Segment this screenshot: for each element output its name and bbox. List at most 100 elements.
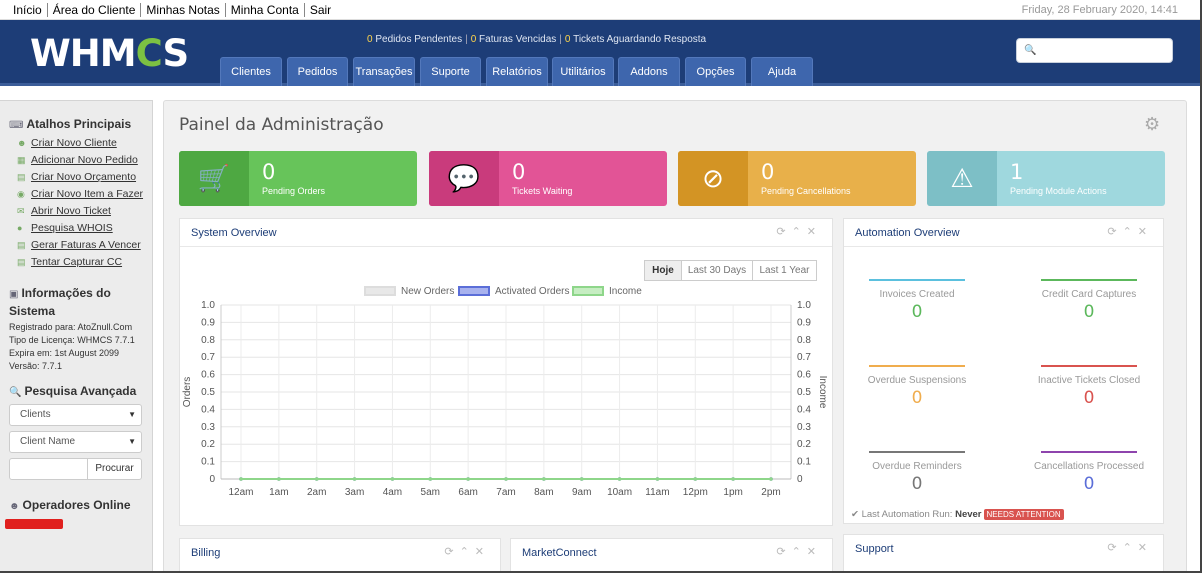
todo-icon: ◉ — [17, 189, 25, 199]
quote-icon: ▤ — [17, 172, 26, 182]
shortcut-new-client[interactable]: ☻ Criar Novo Cliente — [17, 137, 117, 149]
y-tick-label: 0.8 — [201, 335, 215, 346]
y-tick-label: 0.2 — [201, 439, 215, 450]
nav-utilitarios[interactable]: Utilitários — [552, 57, 614, 86]
panel-title: Automation Overview — [855, 227, 960, 239]
data-point — [466, 477, 470, 481]
close-icon[interactable]: ✕ — [807, 226, 822, 238]
whmcs-logo[interactable]: WHMCS — [30, 32, 189, 75]
link-minhas-notas[interactable]: Minhas Notas — [141, 3, 226, 17]
range-last-30-days[interactable]: Last 30 Days — [681, 260, 753, 281]
y2-tick-label: 0.8 — [797, 335, 811, 346]
data-point — [390, 477, 395, 481]
range-last-1-year[interactable]: Last 1 Year — [752, 260, 817, 281]
collapse-icon[interactable]: ⌃ — [1123, 542, 1138, 554]
refresh-icon[interactable]: ⟳ — [776, 226, 791, 238]
nav-transacoes[interactable]: Transações — [353, 57, 415, 86]
chevron-down-icon: ▼ — [128, 410, 136, 419]
tile-tickets-waiting[interactable]: 💬 0 Tickets Waiting — [429, 151, 667, 206]
link-area-cliente[interactable]: Área do Cliente — [47, 3, 142, 17]
shortcut-new-quote[interactable]: ▤ Criar Novo Orçamento — [17, 171, 136, 183]
refresh-icon[interactable]: ⟳ — [776, 546, 791, 558]
nav-relatorios[interactable]: Relatórios — [486, 57, 548, 86]
shortcut-new-order[interactable]: ▦ Adicionar Novo Pedido — [17, 154, 138, 166]
tile-pending-module-actions[interactable]: ⚠ 1 Pending Module Actions — [927, 151, 1165, 206]
link-sair[interactable]: Sair — [305, 3, 336, 17]
nav-clientes[interactable]: Clientes — [220, 57, 282, 86]
x-tick-label: 7am — [496, 487, 515, 498]
refresh-icon[interactable]: ⟳ — [444, 546, 459, 558]
global-search[interactable]: 🔍 — [1016, 38, 1173, 63]
data-point — [731, 477, 735, 481]
tile-value: 0 — [512, 160, 526, 184]
shortcut-capture-cc[interactable]: ▤ Tentar Capturar CC — [17, 256, 122, 268]
nav-pedidos[interactable]: Pedidos — [287, 57, 348, 86]
system-info-heading: ▣ Informações do Sistema — [9, 286, 111, 318]
nav-opcoes[interactable]: Opções — [685, 57, 746, 86]
y-axis-title: Orders — [182, 377, 193, 408]
link-minha-conta[interactable]: Minha Conta — [225, 3, 305, 17]
y2-axis-title: Income — [817, 376, 828, 409]
advanced-search-input[interactable] — [9, 458, 88, 480]
search-type-select[interactable]: Clients ▼ — [9, 404, 142, 426]
nav-addons[interactable]: Addons — [618, 57, 680, 86]
billing-panel: Billing ⟳⌃✕ — [179, 538, 501, 571]
x-tick-label: 3am — [345, 487, 364, 498]
redacted-operator — [5, 519, 63, 529]
x-tick-label: 10am — [607, 487, 632, 498]
search-icon: 🔍 — [1024, 45, 1037, 56]
stat-overdue-invoices[interactable]: 0 Faturas Vencidas — [471, 34, 557, 45]
shortcut-generate-invoices[interactable]: ▤ Gerar Faturas A Vencer — [17, 239, 141, 251]
marketconnect-panel: MarketConnect ⟳⌃✕ — [510, 538, 833, 571]
header-stats: 0 Pedidos Pendentes | 0 Faturas Vencidas | 0… — [367, 34, 707, 45]
data-point — [277, 477, 281, 481]
invoice-icon: ▤ — [17, 240, 26, 250]
range-today[interactable]: Hoje — [644, 260, 682, 281]
shortcut-new-ticket[interactable]: ✉ Abrir Novo Ticket — [17, 205, 111, 217]
keyboard-icon: ⌨ — [9, 120, 24, 131]
x-tick-label: 11am — [645, 487, 669, 498]
nav-suporte[interactable]: Suporte — [420, 57, 481, 86]
license-type: Tipo de Licença: WHMCS 7.7.1 — [9, 335, 135, 345]
search-button[interactable]: Procurar — [87, 458, 142, 480]
panel-title: Billing — [191, 547, 221, 559]
collapse-icon[interactable]: ⌃ — [792, 546, 807, 558]
stat-tickets-awaiting[interactable]: 0 Tickets Aguardando Resposta — [565, 34, 706, 45]
y2-tick-label: 0.2 — [797, 439, 811, 450]
link-inicio[interactable]: Início — [8, 3, 48, 17]
close-icon[interactable]: ✕ — [1138, 226, 1153, 238]
tile-pending-orders[interactable]: 🛒 0 Pending Orders — [179, 151, 417, 206]
credit-card-icon: ▤ — [17, 257, 26, 267]
collapse-icon[interactable]: ⌃ — [460, 546, 475, 558]
y2-tick-label: 0.3 — [797, 422, 811, 433]
collapse-icon[interactable]: ⌃ — [1123, 226, 1138, 238]
tile-label: Pending Orders — [262, 186, 326, 196]
collapse-icon[interactable]: ⌃ — [792, 226, 807, 238]
search-field-select[interactable]: Client Name ▼ — [9, 431, 142, 453]
y2-tick-label: 0.7 — [797, 352, 811, 363]
data-point — [542, 477, 546, 481]
x-tick-label: 9am — [572, 487, 591, 498]
system-info-text: Registrado para: AtoZnull.Com Tipo de Li… — [9, 321, 135, 373]
nav-ajuda[interactable]: Ajuda — [751, 57, 813, 86]
needs-attention-badge: NEEDS ATTENTION — [983, 509, 1064, 520]
gear-icon[interactable]: ⚙ — [1144, 114, 1160, 135]
warning-icon: ⚠ — [927, 151, 997, 206]
close-icon[interactable]: ✕ — [475, 546, 490, 558]
refresh-icon[interactable]: ⟳ — [1107, 542, 1122, 554]
close-icon[interactable]: ✕ — [807, 546, 822, 558]
close-icon[interactable]: ✕ — [1138, 542, 1153, 554]
shortcut-new-todo[interactable]: ◉ Criar Novo Item a Fazer — [17, 188, 143, 200]
x-tick-label: 2pm — [761, 487, 780, 498]
data-point — [655, 477, 660, 481]
shortcut-whois[interactable]: ● Pesquisa WHOIS — [17, 222, 113, 234]
data-point — [769, 477, 773, 481]
data-point — [693, 477, 698, 481]
stat-pending-orders[interactable]: 0 Pedidos Pendentes — [367, 34, 462, 45]
refresh-icon[interactable]: ⟳ — [1107, 226, 1122, 238]
y-tick-label: 0.3 — [201, 422, 215, 433]
search-input[interactable] — [1039, 42, 1169, 60]
tile-pending-cancellations[interactable]: ⊘ 0 Pending Cancellations — [678, 151, 916, 206]
top-links: Início Área do Cliente Minhas Notas Minha C… — [8, 3, 336, 17]
last-run-value: Never — [955, 509, 982, 520]
